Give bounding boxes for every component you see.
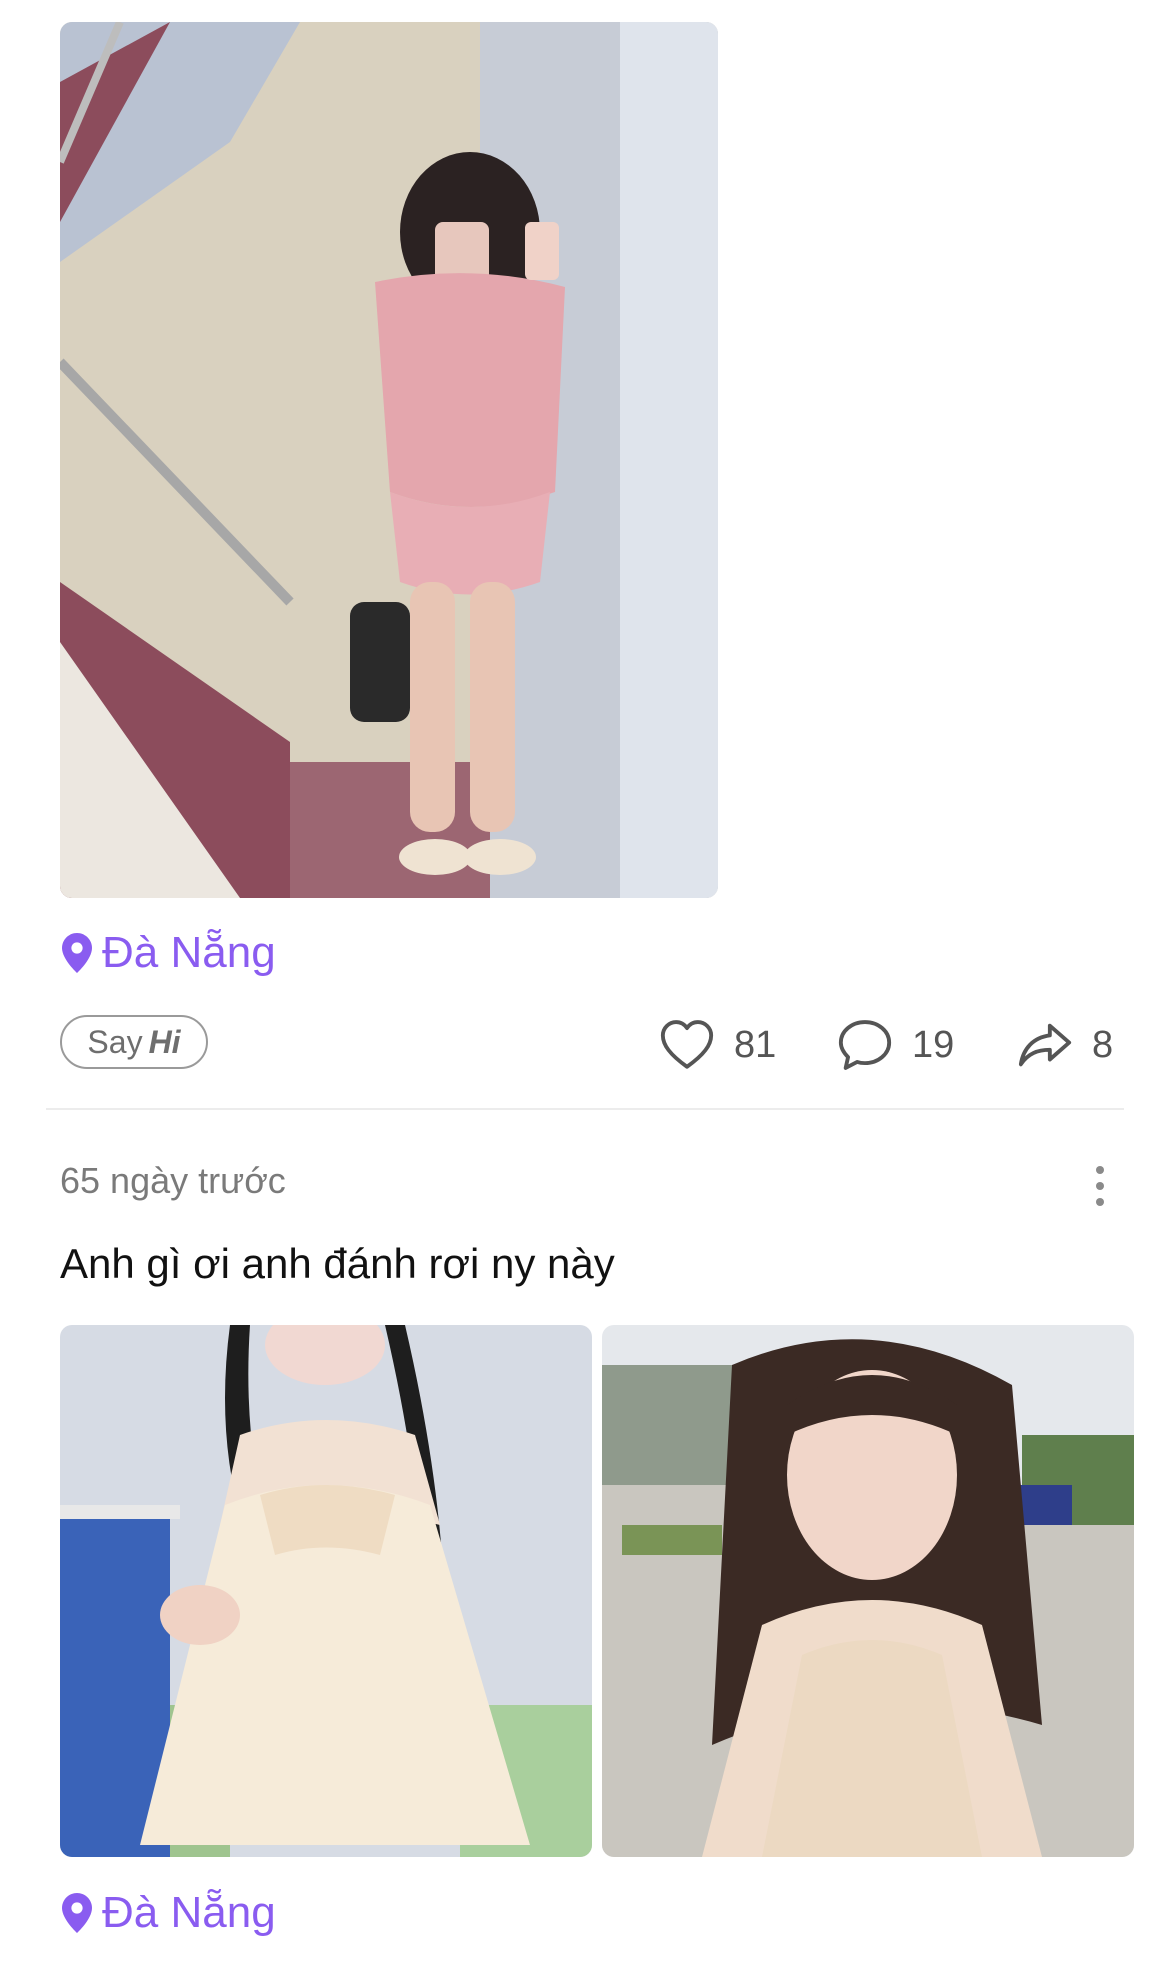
post-image[interactable]	[602, 1325, 1134, 1857]
feed: Đà Nẵng Say Hi 81 19 8 65 ngày trước Anh…	[0, 0, 1170, 1964]
post-image[interactable]	[60, 1325, 592, 1857]
post-caption: Anh gì ơi anh đánh rơi ny này	[60, 1240, 615, 1287]
photo-white-dress	[60, 1325, 592, 1857]
say-hi-label-say: Say	[87, 1023, 143, 1060]
say-hi-label-hi: Hi	[148, 1023, 181, 1060]
comment-count: 19	[912, 1023, 955, 1066]
location-pin-icon	[62, 1893, 92, 1933]
post-actions: Say Hi 81 19 8	[60, 1015, 1113, 1075]
heart-icon	[660, 1020, 714, 1069]
post-timestamp: 65 ngày trước	[60, 1160, 286, 1201]
comment-button[interactable]: 19	[836, 1015, 954, 1075]
share-arrow-icon	[1018, 1023, 1072, 1067]
post-divider	[46, 1108, 1124, 1110]
photo-outdoor-portrait	[602, 1325, 1134, 1857]
comment-bubble-icon	[838, 1020, 892, 1070]
location-pin-icon	[62, 933, 92, 973]
like-count: 81	[734, 1023, 777, 1066]
location-label: Đà Nẵng	[102, 928, 276, 977]
like-button[interactable]: 81	[658, 1015, 776, 1075]
more-vertical-icon	[1096, 1166, 1104, 1174]
post-location[interactable]: Đà Nẵng	[62, 1888, 276, 1938]
share-count: 8	[1092, 1023, 1114, 1066]
location-label: Đà Nẵng	[102, 1888, 276, 1937]
share-button[interactable]: 8	[1016, 1015, 1113, 1075]
photo-stairwell-selfie	[60, 22, 718, 898]
more-options-button[interactable]	[1088, 1166, 1112, 1206]
post-image[interactable]	[60, 22, 718, 898]
say-hi-button[interactable]: Say Hi	[60, 1015, 208, 1069]
post-location[interactable]: Đà Nẵng	[62, 928, 276, 978]
